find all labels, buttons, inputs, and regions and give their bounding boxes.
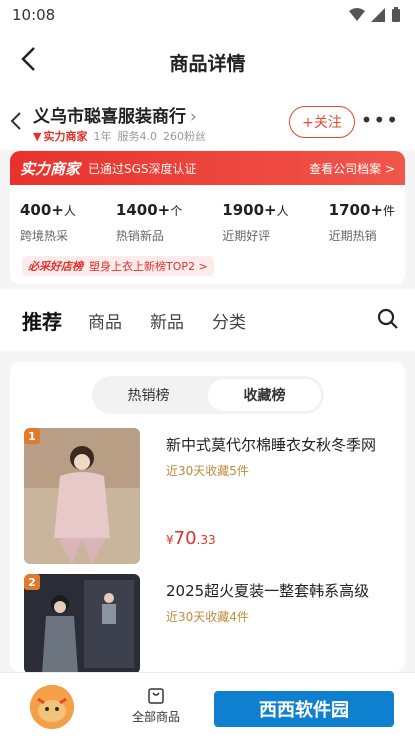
rank-tag-text: 塑身上衣上新榜TOP2 > [89, 260, 208, 273]
stat-unit: 人 [63, 204, 76, 218]
bottom-bar: 全部商品 西西软件园 [0, 672, 415, 739]
product-photo [24, 428, 140, 564]
shop-service: 服务4.0 [117, 130, 157, 143]
tab-category[interactable]: 分类 [212, 308, 246, 333]
stat-label: 近期热销 [328, 229, 377, 243]
stat-label: 近期好评 [222, 229, 271, 243]
price-decimal: .33 [196, 533, 216, 547]
search-icon[interactable] [377, 308, 399, 334]
bag-icon [148, 688, 164, 704]
product-image: 2 [24, 574, 140, 672]
badge-icon: ▼ [33, 129, 42, 143]
tab-goods[interactable]: 商品 [88, 308, 122, 333]
product-favorites: 近30天收藏4件 [166, 610, 249, 624]
stat-unit: 件 [382, 204, 395, 218]
price-currency: ¥ [166, 533, 174, 547]
stat-num: 1900+ [222, 201, 277, 219]
stat-item: 1900+人 近期好评 [222, 201, 288, 244]
shop-avatar[interactable] [30, 685, 74, 729]
shop-name[interactable]: 义乌市聪喜服装商行 › [33, 102, 197, 127]
avatar-icon [30, 685, 74, 729]
follow-button[interactable]: +关注 [289, 106, 355, 138]
shop-meta: ▼ 实力商家 1年 服务4.0 260粉丝 [33, 128, 206, 144]
shop-fans: 260粉丝 [162, 130, 206, 143]
company-archive-link[interactable]: 查看公司档案 > [309, 160, 395, 177]
product-title: 新中式莫代尔棉睡衣女秋冬季网 [166, 436, 377, 454]
merchant-stats: 400+人 跨境热采 1400+个 热销新品 1900+人 近期好评 1700+… [10, 201, 405, 244]
tab-new[interactable]: 新品 [150, 308, 184, 333]
strong-merchant-badge: ▼ 实力商家 [33, 128, 87, 144]
rank-tag[interactable]: 必采好店榜 塑身上衣上新榜TOP2 > [22, 256, 214, 276]
shop-back-button[interactable] [10, 112, 22, 135]
stat-item: 400+人 跨境热采 [20, 201, 76, 244]
battery-icon [392, 7, 400, 22]
title-bar: 商品详情 [0, 32, 415, 90]
watermark-logo: 西西软件园 [214, 691, 394, 727]
merchant-card-header: 实力商家 已通过SGS深度认证 查看公司档案 > [10, 151, 405, 185]
price-integer: 70 [173, 528, 197, 549]
product-favorites: 近30天收藏5件 [166, 464, 249, 478]
merchant-cert: 已通过SGS深度认证 [88, 161, 197, 176]
stat-label: 热销新品 [115, 229, 164, 243]
shop-bar: 义乌市聪喜服装商行 › ▼ 实力商家 1年 服务4.0 260粉丝 +关注 ••• [0, 90, 415, 150]
product-image: 1 [24, 428, 140, 564]
status-icons [349, 7, 401, 23]
product-photo [24, 574, 140, 672]
page-title: 商品详情 [169, 53, 246, 75]
shop-name-text: 义乌市聪喜服装商行 [33, 107, 186, 127]
tab-hot-sales[interactable]: 热销榜 [92, 376, 205, 414]
all-goods-button[interactable]: 全部商品 [126, 687, 186, 725]
stat-num: 1700+ [328, 201, 383, 219]
ranking-list: 热销榜 收藏榜 1 新中式莫代尔棉睡衣女秋冬季网 近30天收藏5件 ¥70.33 [10, 362, 405, 672]
stat-item: 1400+个 热销新品 [116, 201, 182, 244]
more-icon[interactable]: ••• [361, 108, 399, 132]
chevron-right-icon: › [190, 107, 197, 127]
stat-unit: 个 [170, 204, 183, 218]
merchant-card-badge: 实力商家 [20, 159, 81, 178]
tab-recommend[interactable]: 推荐 [22, 306, 62, 335]
stat-num: 1400+ [115, 201, 171, 219]
signal-icon [371, 8, 385, 22]
ranking-switch: 热销榜 收藏榜 [92, 376, 324, 414]
rank-number: 2 [24, 574, 40, 590]
product-price: ¥70.33 [166, 528, 216, 549]
tab-favorites[interactable]: 收藏榜 [208, 379, 321, 411]
stat-item: 1700+件 近期热销 [329, 201, 395, 244]
merchant-card: 实力商家 已通过SGS深度认证 查看公司档案 > 400+人 跨境热采 1400… [10, 151, 405, 284]
badge-label: 实力商家 [43, 130, 88, 143]
stat-unit: 人 [276, 204, 289, 218]
all-goods-label: 全部商品 [131, 710, 180, 724]
shop-tabs: 推荐 商品 新品 分类 [0, 289, 415, 351]
rank-tag-title: 必采好店榜 [28, 260, 83, 273]
product-title: 2025超火夏装一整套韩系高级 [166, 582, 370, 600]
rank-number: 1 [24, 428, 40, 444]
shop-years: 1年 [93, 130, 112, 143]
stat-label: 跨境热采 [20, 229, 69, 243]
status-bar: 10:08 [0, 0, 415, 32]
chevron-left-icon [10, 112, 21, 130]
wifi-icon [349, 8, 365, 21]
status-time: 10:08 [12, 6, 56, 24]
stat-num: 400+ [20, 201, 64, 219]
